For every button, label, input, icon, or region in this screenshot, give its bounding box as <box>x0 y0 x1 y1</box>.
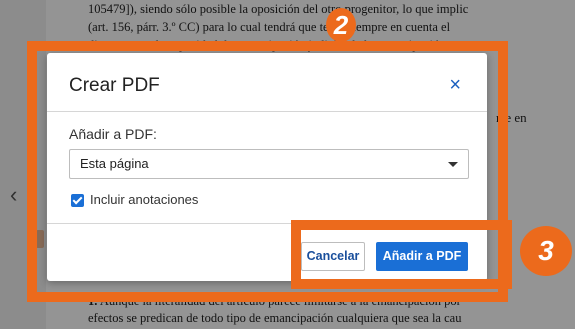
step-2-badge: 2 <box>326 8 356 42</box>
annotation-highlight-buttons <box>291 220 512 289</box>
step-3-badge: 3 <box>520 226 572 276</box>
